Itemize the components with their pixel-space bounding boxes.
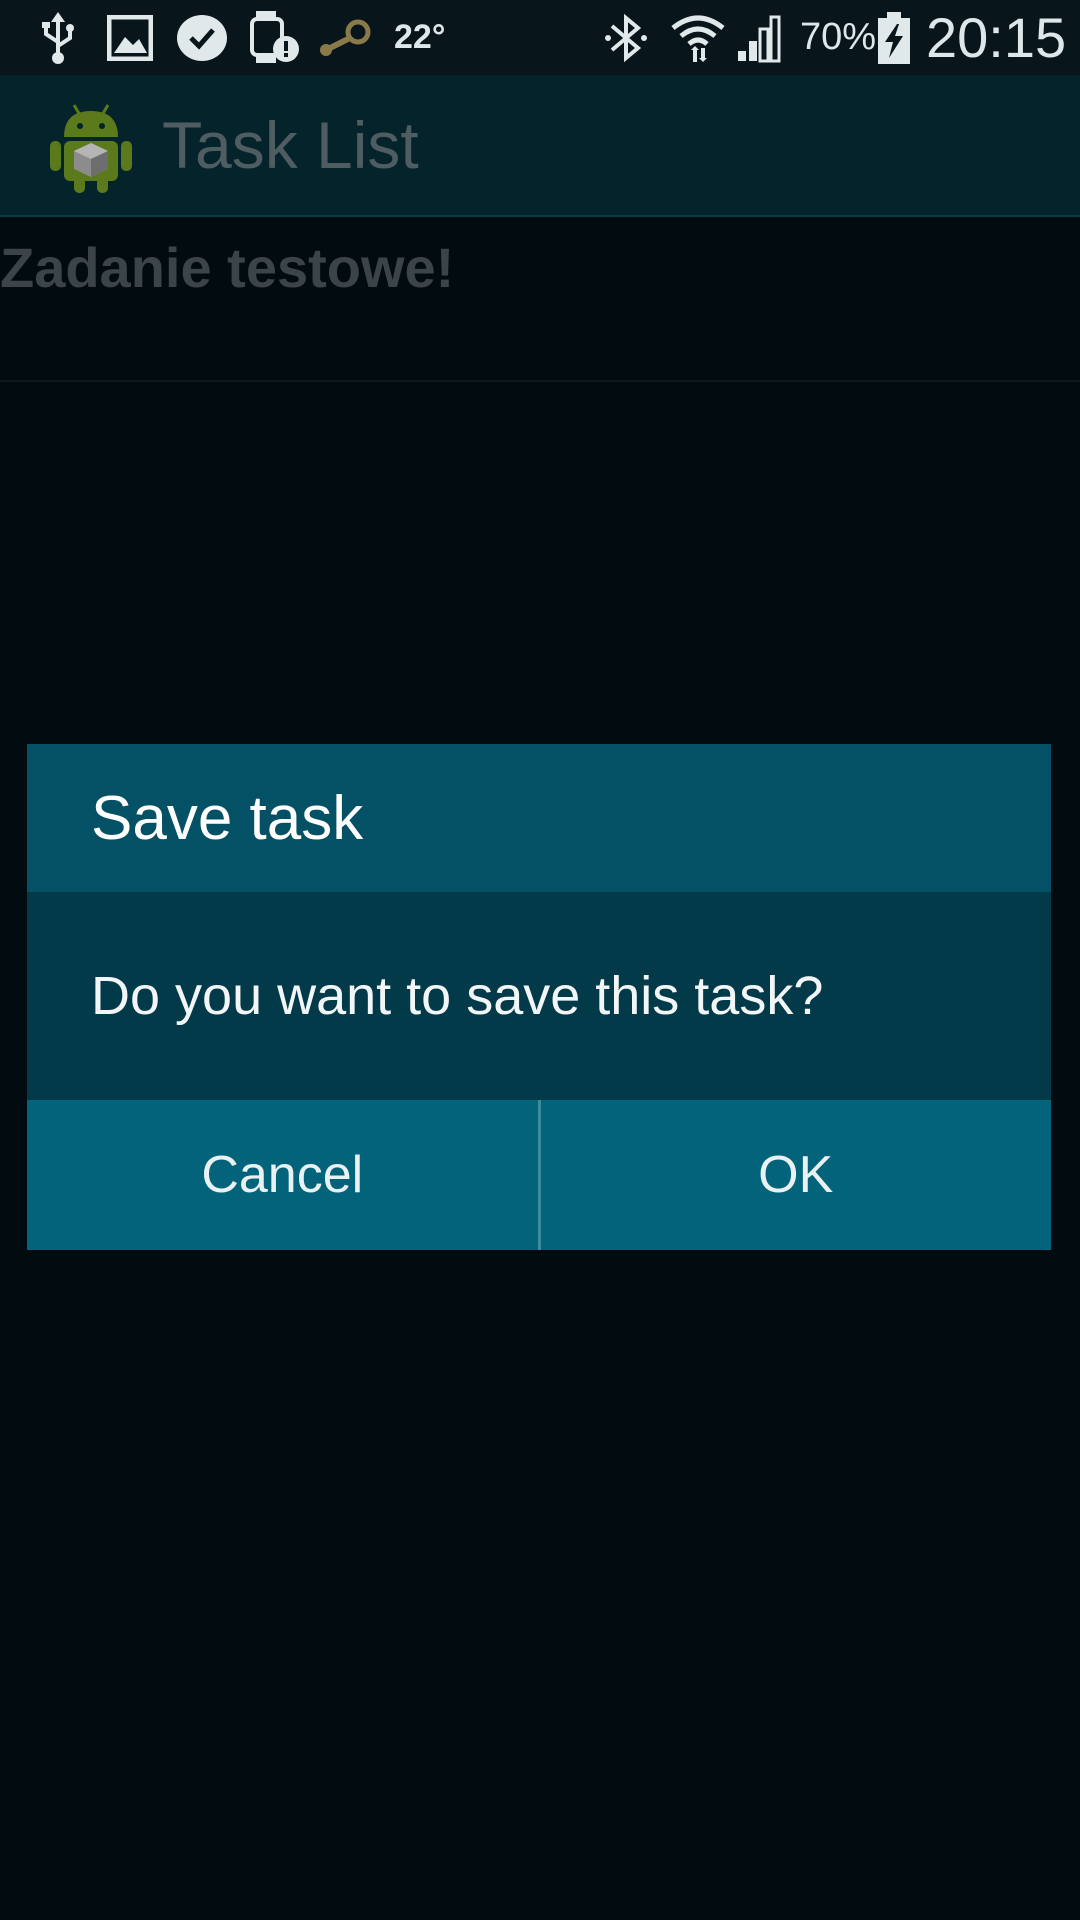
gallery-icon [106,10,154,66]
dialog-title: Save task [91,783,364,853]
signal-icon [734,10,784,66]
dialog-body: Do you want to save this task? [27,892,1051,1100]
check-bubble-icon [174,10,230,66]
battery-charging-icon [876,10,912,66]
action-bar: Task List [0,75,1080,217]
ok-button[interactable]: OK [541,1100,1052,1250]
watch-alert-icon [248,10,300,66]
list-item[interactable]: Zadanie testowe! [0,217,1080,382]
wifi-icon [668,10,728,66]
save-task-dialog: Save task Do you want to save this task?… [27,744,1051,1250]
cancel-button[interactable]: Cancel [27,1100,538,1250]
app-title: Task List [162,108,419,182]
screen: 22° 70% 20:15 Task List Zadanie testowe!… [0,0,1080,1920]
steam-icon [316,10,372,66]
task-title: Zadanie testowe! [0,236,455,299]
status-bar: 22° 70% 20:15 [0,0,1080,75]
dialog-button-bar: Cancel OK [27,1100,1051,1250]
android-app-icon[interactable] [46,99,136,195]
dialog-message: Do you want to save this task? [91,966,824,1026]
clock-text: 20:15 [926,6,1067,69]
temperature-text: 22° [394,18,446,56]
dialog-header: Save task [27,744,1051,892]
bluetooth-icon [600,10,652,66]
battery-percent-text: 70% [800,16,877,58]
usb-icon [32,10,84,66]
